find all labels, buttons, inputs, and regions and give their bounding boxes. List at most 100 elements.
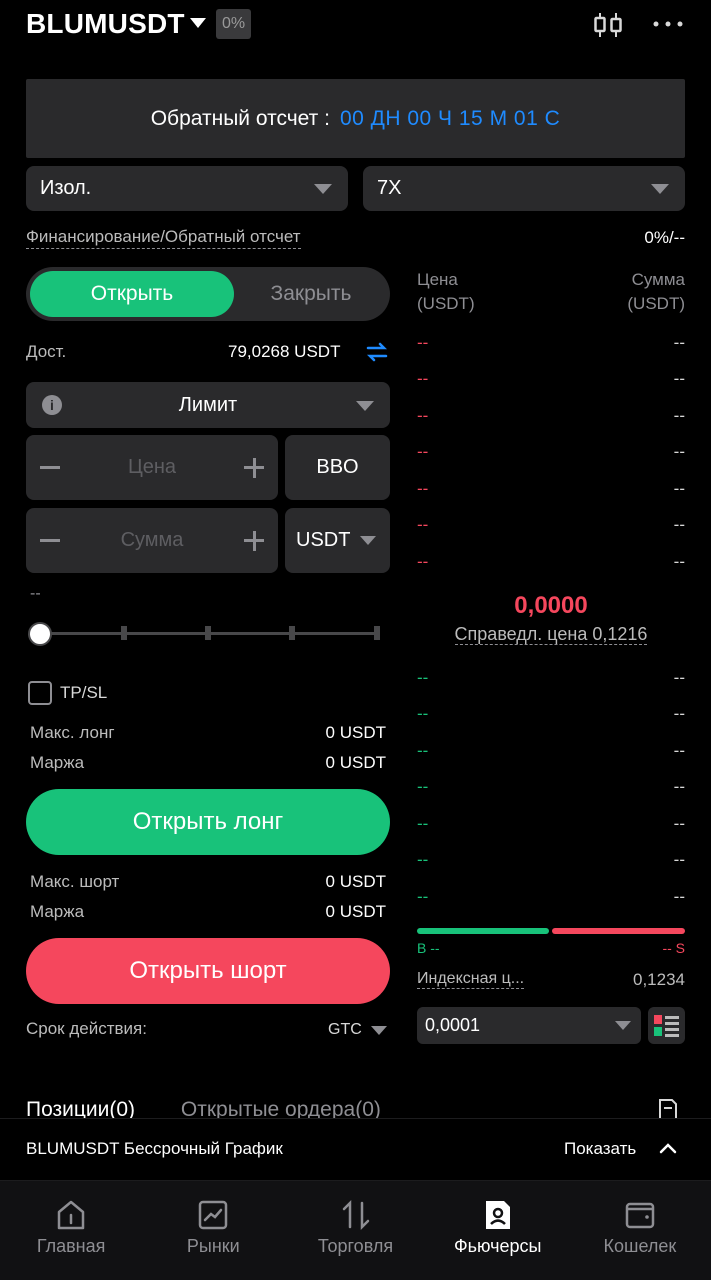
plus-icon-vertical <box>252 458 256 478</box>
symbol-caret-icon[interactable] <box>190 18 206 28</box>
slider-tick[interactable] <box>121 626 127 640</box>
tpsl-checkbox[interactable] <box>28 681 52 705</box>
amount-stepper[interactable]: Сумма <box>26 508 278 573</box>
bbo-button[interactable]: BBO <box>285 435 390 500</box>
bid-price: -- <box>417 777 429 796</box>
slider-handle[interactable] <box>28 622 52 646</box>
nav-trade[interactable]: Торговля <box>284 1181 426 1280</box>
orderbook-view-icon[interactable] <box>648 1007 685 1044</box>
slider-tick[interactable] <box>289 626 295 640</box>
nav-trade-label: Торговля <box>317 1236 394 1256</box>
countdown-value: 00 ДН 00 Ч 15 М 01 С <box>339 106 561 130</box>
ask-price: -- <box>417 406 429 425</box>
tick-size-select[interactable]: 0,0001 <box>417 1007 641 1044</box>
leverage-value: 7X <box>377 177 402 199</box>
bid-price: -- <box>417 668 429 687</box>
slider-tick[interactable] <box>205 626 211 640</box>
more-icon[interactable] <box>652 20 684 28</box>
transfer-icon[interactable] <box>366 342 388 362</box>
plus-icon-vertical <box>252 531 256 551</box>
max-long-label: Макс. лонг <box>30 723 115 742</box>
margin-mode-select[interactable]: Изол. <box>26 166 348 211</box>
ask-row[interactable]: -- -- <box>417 552 685 572</box>
bid-amount: -- <box>673 850 685 869</box>
countdown-label: Обратный отсчет : <box>150 106 330 130</box>
candlestick-icon[interactable] <box>592 12 624 38</box>
nav-futures[interactable]: Фьючерсы <box>427 1181 569 1280</box>
nav-markets[interactable]: Рынки <box>142 1181 284 1280</box>
ask-row[interactable]: -- -- <box>417 479 685 499</box>
document-icon[interactable] <box>656 1098 680 1120</box>
bid-row[interactable]: -- -- <box>417 668 685 688</box>
last-price[interactable]: 0,0000 <box>417 592 685 620</box>
trade-arrows-icon <box>342 1199 369 1231</box>
max-short-value: 0 USDT <box>325 872 386 891</box>
chart-icon <box>199 1200 228 1230</box>
symbol-title[interactable]: BLUMUSDT <box>26 8 185 40</box>
fair-price[interactable]: Справедл. цена 0,1216 <box>417 624 685 645</box>
open-close-toggle: Открыть Закрыть <box>26 267 390 321</box>
chevron-down-icon[interactable] <box>371 1026 387 1035</box>
slider-tick[interactable] <box>374 626 380 640</box>
bid-row[interactable]: -- -- <box>417 777 685 797</box>
bid-row[interactable]: -- -- <box>417 741 685 761</box>
price-input[interactable]: Цена <box>26 435 278 500</box>
margin-mode-value: Изол. <box>40 177 92 199</box>
tab-close[interactable]: Закрыть <box>236 271 386 317</box>
ask-price: -- <box>417 442 429 461</box>
bid-price: -- <box>417 814 429 833</box>
nav-home-label: Главная <box>36 1236 106 1256</box>
amount-unit-select[interactable]: USDT <box>285 508 390 573</box>
ask-price: -- <box>417 479 429 498</box>
chevron-down-icon <box>360 536 376 545</box>
show-chart-button[interactable]: Показать <box>564 1139 636 1159</box>
ask-row[interactable]: -- -- <box>417 442 685 462</box>
bid-amount: -- <box>673 777 685 796</box>
available-value: 79,0268 USDT <box>228 342 341 361</box>
amount-unit-value: USDT <box>296 529 351 551</box>
order-type-select[interactable]: i Лимит <box>26 382 390 428</box>
funding-label[interactable]: Финансирование/Обратный отсчет <box>26 227 301 249</box>
price-stepper[interactable]: Цена <box>26 435 278 500</box>
bid-price: -- <box>417 850 429 869</box>
orderbook-amount-header: Сумма (USDT) <box>627 268 685 316</box>
nav-home[interactable]: Главная <box>0 1181 142 1280</box>
nav-futures-label: Фьючерсы <box>453 1236 542 1256</box>
bid-row[interactable]: -- -- <box>417 887 685 907</box>
chevron-down-icon <box>314 184 332 194</box>
amount-header-unit: (USDT) <box>627 294 685 313</box>
chart-bar[interactable]: BLUMUSDT Бессрочный График Показать <box>0 1118 711 1180</box>
orderbook-layout-icon <box>654 1015 679 1037</box>
amount-input[interactable]: Сумма <box>26 508 278 573</box>
bottom-nav: Главная Рынки Торговля Фьючерсы Кошелек <box>0 1180 711 1280</box>
sell-ratio-bar <box>552 928 685 934</box>
time-in-force-select[interactable]: GTC <box>328 1021 362 1039</box>
ask-amount: -- <box>673 406 685 425</box>
wallet-icon <box>625 1202 655 1229</box>
bid-amount: -- <box>673 704 685 723</box>
ask-row[interactable]: -- -- <box>417 369 685 389</box>
ask-price: -- <box>417 333 429 352</box>
ask-row[interactable]: -- -- <box>417 515 685 535</box>
nav-wallet[interactable]: Кошелек <box>569 1181 711 1280</box>
change-badge: 0% <box>216 9 251 39</box>
bid-row[interactable]: -- -- <box>417 850 685 870</box>
chevron-down-icon <box>356 401 374 411</box>
open-long-button[interactable]: Открыть лонг <box>26 789 390 855</box>
tab-open[interactable]: Открыть <box>30 271 234 317</box>
long-margin-value: 0 USDT <box>325 753 386 772</box>
bid-row[interactable]: -- -- <box>417 814 685 834</box>
ask-row[interactable]: -- -- <box>417 406 685 426</box>
chevron-up-icon[interactable] <box>658 1141 678 1155</box>
leverage-select[interactable]: 7X <box>363 166 685 211</box>
index-price-label[interactable]: Индексная ц... <box>417 970 525 989</box>
order-type-value: Лимит <box>178 394 238 416</box>
tpsl-label: TP/SL <box>60 683 108 702</box>
ask-price: -- <box>417 552 429 571</box>
ask-amount: -- <box>673 479 685 498</box>
nav-markets-label: Рынки <box>186 1236 240 1256</box>
bid-row[interactable]: -- -- <box>417 704 685 724</box>
open-short-button[interactable]: Открыть шорт <box>26 938 390 1004</box>
short-margin-value: 0 USDT <box>325 902 386 921</box>
ask-row[interactable]: -- -- <box>417 333 685 353</box>
